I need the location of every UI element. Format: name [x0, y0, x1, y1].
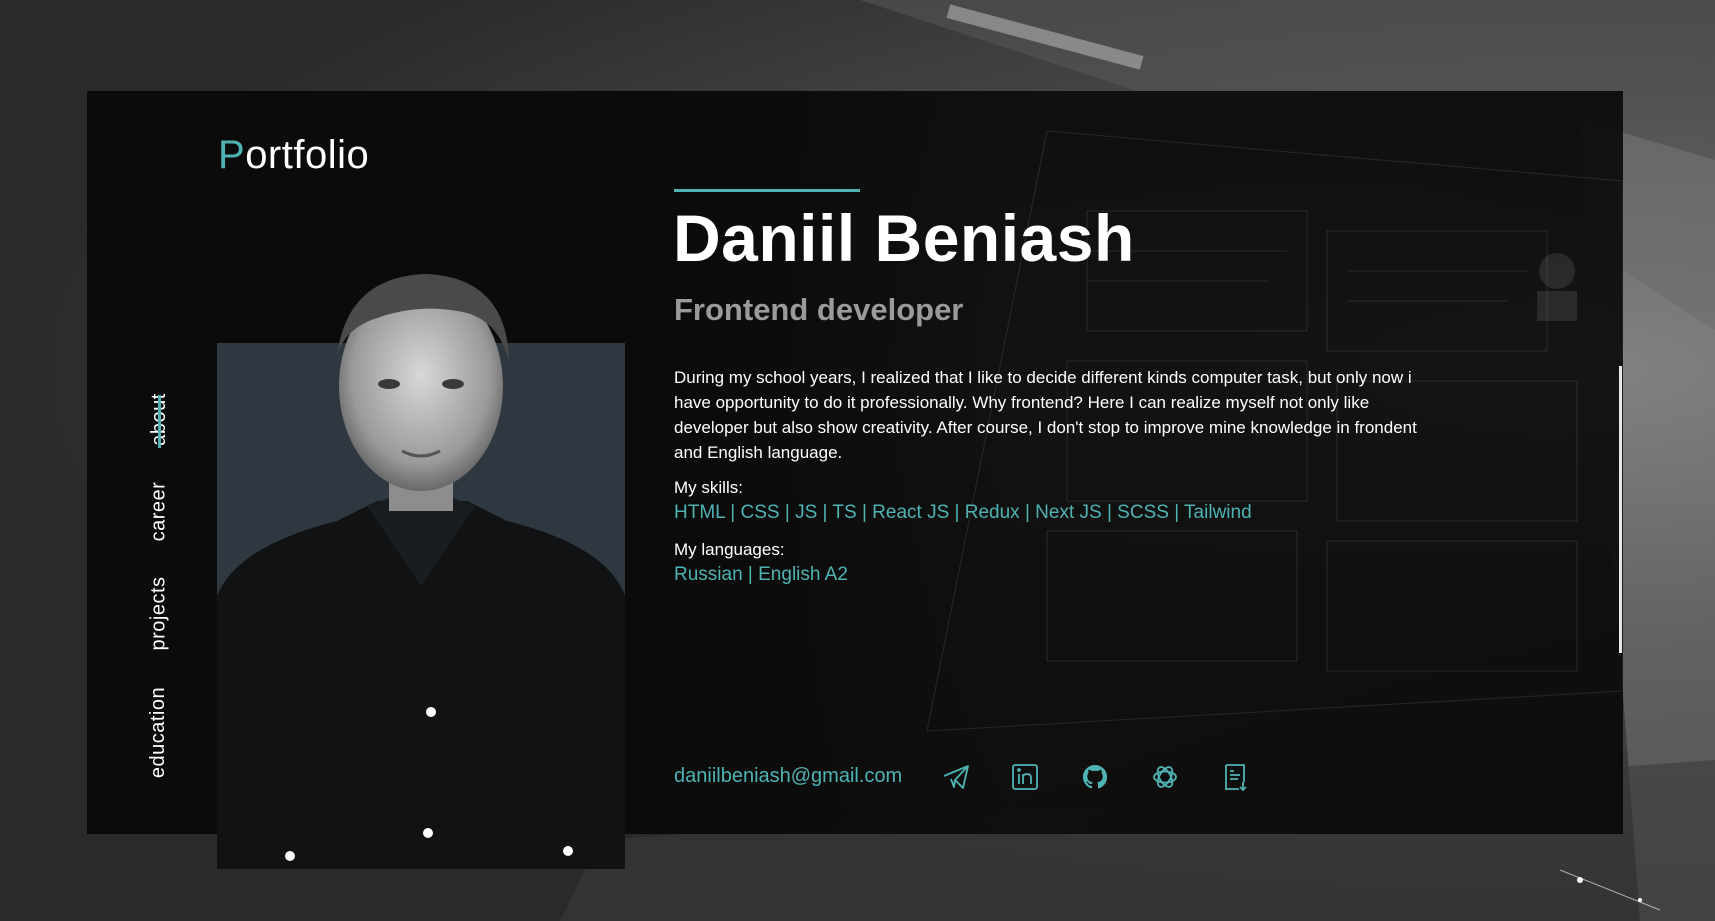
- skills-list: HTML | CSS | JS | TS | React JS | Redux …: [674, 502, 1252, 523]
- site-logo[interactable]: Portfolio: [218, 133, 369, 178]
- nav-item-projects[interactable]: projects: [129, 575, 189, 651]
- skills-label: My skills:: [674, 478, 743, 497]
- nav-item-label: education: [147, 686, 170, 778]
- profile-photo: [217, 266, 625, 869]
- languages-label: My languages:: [674, 540, 785, 559]
- linkedin-icon[interactable]: [1010, 762, 1040, 792]
- github-icon[interactable]: [1080, 762, 1110, 792]
- title-accent-line: [674, 189, 860, 192]
- telegram-icon[interactable]: [941, 762, 971, 792]
- logo-text: ortfolio: [245, 133, 370, 177]
- openai-icon[interactable]: [1150, 762, 1180, 792]
- languages-list: Russian | English A2: [674, 564, 848, 585]
- logo-accent-letter: P: [218, 133, 246, 177]
- nav-active-indicator: [158, 395, 161, 448]
- profile-bio: During my school years, I realized that …: [674, 368, 1417, 462]
- person-portrait-icon: [217, 274, 625, 869]
- nav-item-label: projects: [147, 575, 170, 651]
- vertical-nav: about career projects education: [129, 391, 189, 811]
- email-link[interactable]: daniilbeniash@gmail.com: [674, 765, 902, 788]
- nav-item-career[interactable]: career: [129, 479, 189, 543]
- nav-item-label: career: [147, 481, 170, 541]
- profile-role: Frontend developer: [674, 292, 964, 327]
- portfolio-card: Portfolio about career projects educatio…: [87, 91, 1623, 869]
- scrollbar-thumb[interactable]: [1619, 366, 1622, 653]
- profile-name: Daniil Beniash: [673, 201, 1135, 275]
- nav-item-education[interactable]: education: [129, 685, 189, 779]
- resume-download-icon[interactable]: [1220, 762, 1250, 792]
